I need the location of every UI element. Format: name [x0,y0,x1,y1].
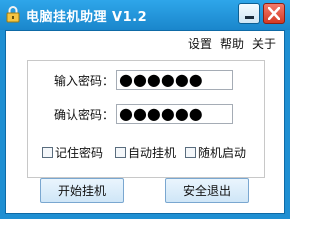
checkbox-label: 自动挂机 [128,146,177,160]
confirm-password-label: 确认密码： [54,108,115,122]
close-icon [268,7,280,20]
auto-idle-checkbox[interactable]: 自动挂机 [115,144,176,161]
checkbox-label: 记住密码 [55,146,104,160]
password-field[interactable]: ●●●●●● [116,70,233,90]
settings-group: 输入密码： ●●●●●● 确认密码： ●●●●●● 记住密码 自动挂机 随机启动 [27,60,265,178]
close-button[interactable] [263,3,285,24]
start-idle-button[interactable]: 开始挂机 [40,178,124,203]
password-label: 输入密码： [54,74,115,88]
safe-exit-button[interactable]: 安全退出 [165,178,249,203]
window-title: 电脑挂机助理 V1.2 [26,10,148,25]
checkbox-box[interactable] [115,147,126,158]
checkbox-label: 随机启动 [198,146,247,160]
launch-at-startup-checkbox[interactable]: 随机启动 [185,144,246,161]
title-bar[interactable]: 电脑挂机助理 V1.2 [0,0,290,30]
client-area: 设置 帮助 关于 输入密码： ●●●●●● 确认密码： ●●●●●● 记住密码 … [5,30,285,214]
confirm-password-field[interactable]: ●●●●●● [116,104,233,124]
remember-password-checkbox[interactable]: 记住密码 [42,144,103,161]
minimize-icon [245,16,254,19]
checkbox-box[interactable] [185,147,196,158]
checkbox-box[interactable] [42,147,53,158]
menu-bar: 设置 帮助 关于 [188,35,276,52]
menu-about[interactable]: 关于 [252,35,276,52]
menu-settings[interactable]: 设置 [188,35,212,52]
lock-icon [6,6,20,23]
app-window: 电脑挂机助理 V1.2 设置 帮助 关于 输入密码： ●●●●●● 确认密码： … [0,0,290,219]
minimize-button[interactable] [238,3,260,24]
menu-help[interactable]: 帮助 [220,35,244,52]
